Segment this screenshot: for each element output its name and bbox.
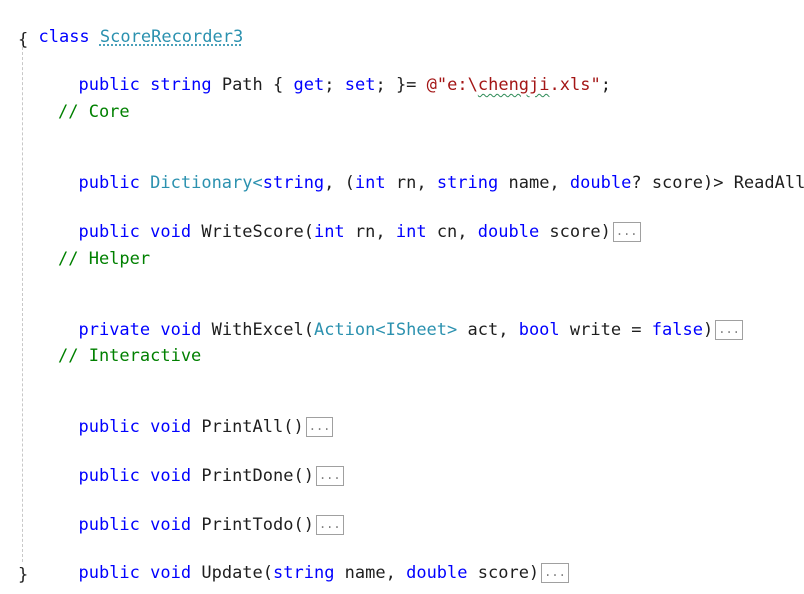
open-brace: { (18, 30, 29, 50)
get-keyword: get (293, 75, 325, 95)
withexcel-method-line[interactable]: private void WithExcel(Action<ISheet> ac… (58, 297, 743, 340)
int-keyword: int (395, 222, 427, 242)
property-name: Path (221, 75, 263, 95)
path-property-line[interactable]: public string Path { get; set; }= @"e:\c… (58, 52, 610, 95)
void-keyword: void (160, 320, 202, 340)
method-name: PrintAll() (201, 417, 304, 437)
string-keyword: string (150, 75, 212, 95)
comment-core: // Core (58, 102, 130, 122)
printtodo-method-line[interactable]: public void PrintTodo()... (58, 492, 344, 535)
int-keyword: int (354, 173, 386, 193)
set-keyword: set (344, 75, 376, 95)
readall-method-line[interactable]: public Dictionary<string, (int rn, strin… (58, 150, 804, 193)
int-keyword: int (313, 222, 345, 242)
method-name: PrintDone() (201, 466, 314, 486)
action-type: Action< (313, 320, 386, 340)
comment-helper: // Helper (58, 249, 151, 269)
readall-signature-tail: ? score)> ReadAll() (631, 173, 804, 193)
public-keyword: public (78, 417, 140, 437)
collapsed-region-button[interactable]: ... (315, 515, 344, 535)
isheet-type: ISheet (385, 320, 448, 340)
semicolon: ; (324, 75, 335, 95)
class-name[interactable]: ScoreRecorder3 (100, 27, 243, 47)
comma: , (324, 173, 335, 193)
void-keyword: void (150, 417, 192, 437)
update-method-line[interactable]: public void Update(string name, double s… (58, 540, 569, 583)
tuple-open: ( (334, 173, 355, 193)
semicolon: ; (375, 75, 386, 95)
void-keyword: void (150, 563, 192, 583)
close-paren: ) (702, 320, 714, 340)
collapsed-region-button[interactable]: ... (305, 417, 334, 437)
bool-keyword: bool (518, 320, 560, 340)
public-keyword: public (78, 563, 140, 583)
class-declaration-line[interactable]: class ScoreRecorder3 (18, 4, 243, 47)
param-act: act, (457, 320, 519, 340)
string-literal-word: chengji (477, 75, 550, 95)
printdone-method-line[interactable]: public void PrintDone()... (58, 443, 344, 486)
string-literal-suffix: .xls" (549, 75, 601, 95)
string-keyword: string (436, 173, 499, 193)
public-keyword: public (78, 75, 140, 95)
double-keyword: double (406, 563, 468, 583)
string-keyword: string (273, 563, 335, 583)
param-cn: cn, (426, 222, 478, 242)
param-score: score) (539, 222, 611, 242)
method-name: PrintTodo() (201, 515, 314, 535)
void-keyword: void (150, 466, 192, 486)
comment-interactive: // Interactive (58, 346, 202, 366)
double-keyword: double (569, 173, 632, 193)
param-write: write = (559, 320, 652, 340)
generic-close: > (447, 320, 458, 340)
param-name: name, (498, 173, 560, 193)
false-keyword: false (651, 320, 703, 340)
void-keyword: void (150, 222, 192, 242)
close-brace: } (18, 565, 29, 585)
dictionary-type: Dictionary< (150, 173, 263, 193)
private-keyword: private (78, 320, 151, 340)
indent-guide (22, 42, 23, 562)
param-score: score) (467, 563, 540, 583)
public-keyword: public (78, 466, 140, 486)
string-literal-prefix: @"e:\ (426, 75, 478, 95)
param-rn: rn, (385, 173, 427, 193)
collapsed-region-button[interactable]: ... (315, 466, 344, 486)
semicolon: ; (600, 75, 611, 95)
open-brace-inline: { (262, 75, 284, 95)
collapsed-region-button[interactable]: ... (612, 222, 641, 242)
public-keyword: public (78, 173, 140, 193)
param-rn: rn, (344, 222, 396, 242)
void-keyword: void (150, 515, 192, 535)
public-keyword: public (78, 222, 140, 242)
writescore-method-line[interactable]: public void WriteScore(int rn, int cn, d… (58, 199, 641, 242)
printall-method-line[interactable]: public void PrintAll()... (58, 394, 334, 437)
string-keyword: string (262, 173, 325, 193)
param-name: name, (334, 563, 407, 583)
method-name: Update( (201, 563, 274, 583)
method-name: WithExcel( (211, 320, 314, 340)
method-name: WriteScore( (201, 222, 314, 242)
collapsed-region-button[interactable]: ... (715, 320, 743, 340)
public-keyword: public (78, 515, 140, 535)
close-brace-inline: }= (385, 75, 417, 95)
collapsed-region-button[interactable]: ... (541, 563, 569, 583)
class-keyword: class (38, 27, 90, 47)
double-keyword: double (477, 222, 540, 242)
